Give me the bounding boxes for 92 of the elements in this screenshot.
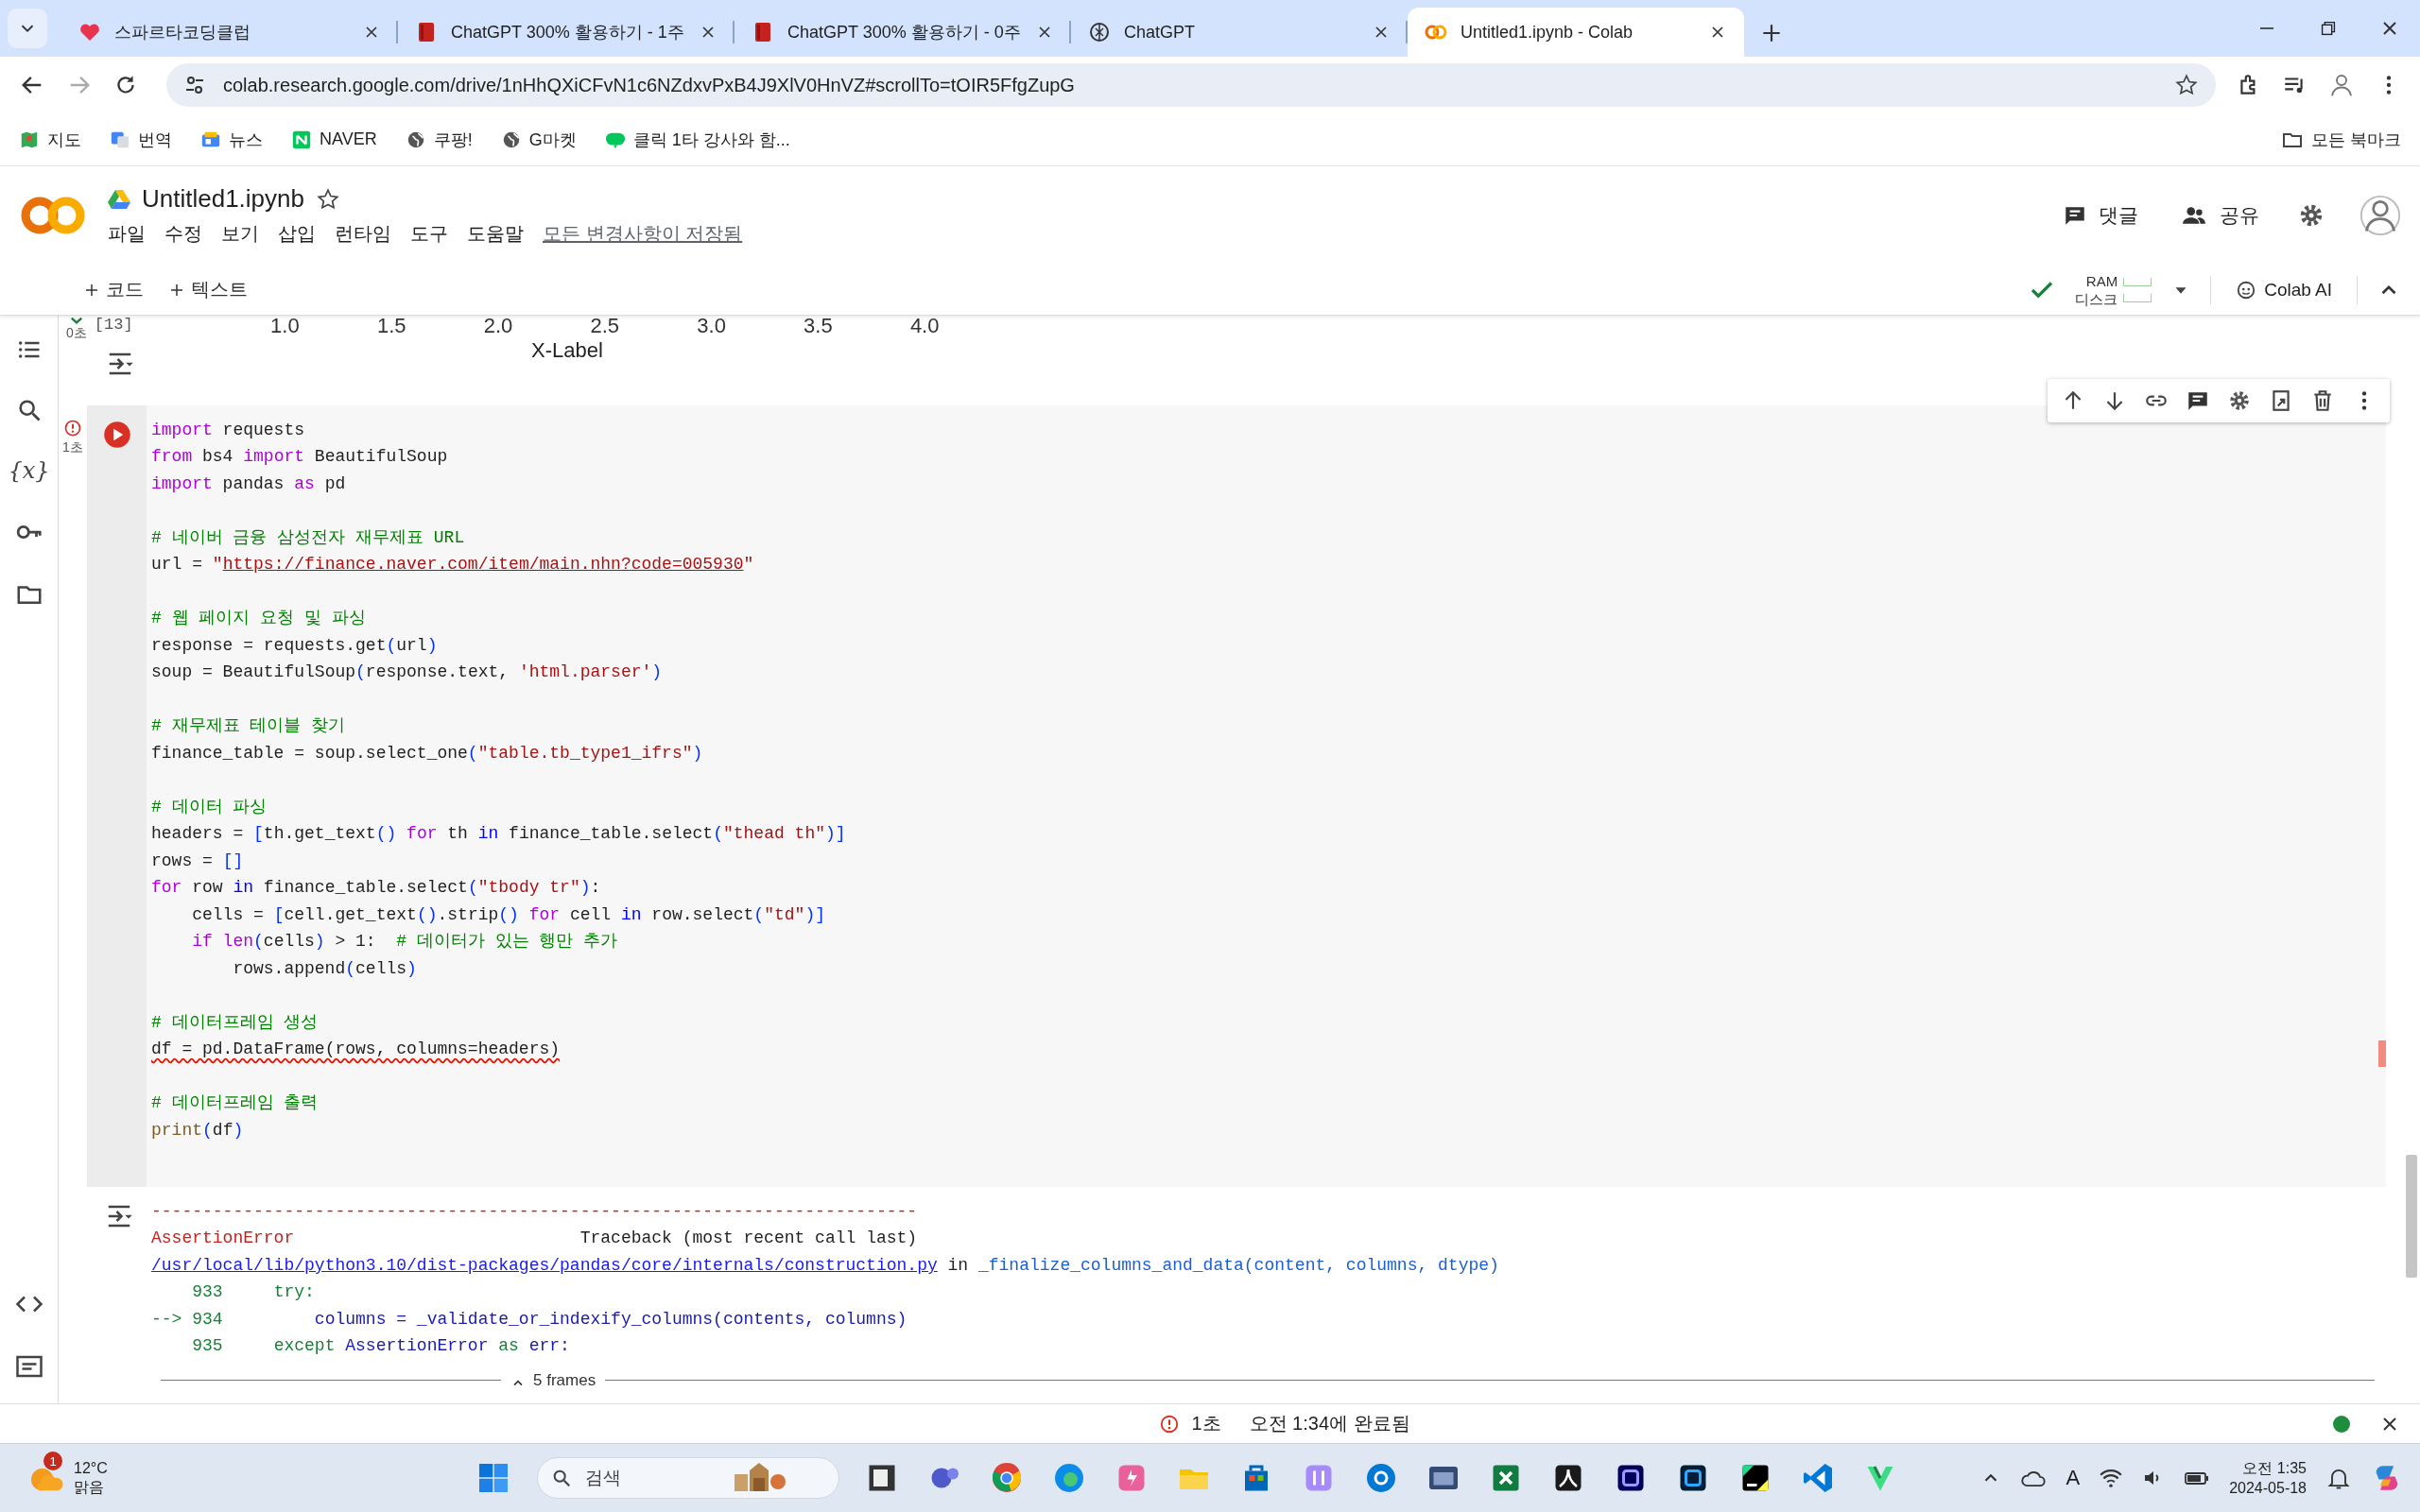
traceback-line: AssertionError Traceback (most recent call last) — [151, 1228, 918, 1250]
bookmark[interactable]: 쿠팡! — [405, 128, 473, 151]
comment-button[interactable]: 댓글 — [2059, 197, 2142, 235]
code-line: print(df) — [151, 1119, 244, 1142]
colab-ai-button[interactable]: Colab AI — [2230, 278, 2338, 301]
check-icon — [69, 315, 83, 325]
axis-tick-label: 1.0 — [269, 315, 301, 338]
menu-item[interactable]: 수정 — [164, 221, 202, 248]
axis-tick-label: 2.5 — [589, 315, 621, 338]
execution-time: 1초 — [62, 438, 83, 456]
all-bookmarks[interactable]: 모든 북마크 — [2281, 128, 2401, 151]
code-line: cells = [cell.get_text().strip() for cell in row.select("td")] — [192, 903, 825, 926]
frames-toggle[interactable]: 5 frames — [510, 1370, 596, 1390]
menu-item[interactable]: 보기 — [221, 221, 259, 248]
execution-time: 0초 — [66, 324, 87, 342]
code-line: headers = [th.get_text() for th in finance_table.select("thead th")] — [151, 823, 846, 846]
bookmark[interactable]: 지도 — [19, 128, 81, 151]
browser-tab[interactable]: ChatGPT 300% 활용하기 - 1주 — [398, 8, 735, 57]
drive-icon — [108, 188, 130, 210]
address-bar[interactable]: colab.research.google.com/drive/1nHhQXiCFvN1c6NZdxvPxB4J9XlV0HnVZ#scrollTo=tOIR5FfgZupG — [166, 63, 2216, 107]
menu-item[interactable]: 도움말 — [467, 221, 524, 248]
execution-count: [13] — [94, 315, 133, 334]
avatar-icon[interactable] — [2360, 195, 2401, 237]
code-line: import requests — [151, 419, 305, 441]
status-message: 오전 1:34에 완료됨 — [1249, 1412, 1410, 1436]
menu-item[interactable]: 파일 — [108, 221, 146, 248]
bookmark[interactable]: 뉴스 — [200, 128, 263, 151]
axis-tick-label: 2.0 — [482, 315, 514, 338]
tune-icon[interactable] — [183, 74, 206, 96]
code-line: # 웹 페이지 요청 및 파싱 — [151, 608, 366, 630]
notification-badge: 1 — [43, 1452, 62, 1470]
browser-tab[interactable]: ChatGPT — [1071, 8, 1408, 57]
code-line: # 재무제표 테이블 찾기 — [151, 715, 346, 738]
browser-tab[interactable]: 스파르타코딩클럽 — [61, 8, 398, 57]
code-line: # 네이버 금융 삼성전자 재무제표 URL — [151, 526, 465, 549]
code-line: # 데이터프레임 생성 — [151, 1011, 319, 1034]
axis-tick-label: 1.5 — [375, 315, 407, 338]
variables-button[interactable]: {x} — [8, 456, 50, 484]
square-icon — [291, 129, 312, 150]
weather-condition: 맑음 — [74, 1478, 105, 1497]
traceback-line: 935 except AssertionError as err: — [191, 1335, 570, 1358]
execution-time: 1초 — [1191, 1412, 1221, 1436]
menu-item[interactable]: 런타임 — [335, 221, 391, 248]
axis-tick-label: 3.5 — [803, 315, 834, 338]
code-line: df = pd.DataFrame(rows, columns=headers) — [151, 1039, 561, 1061]
code-line: from bs4 import BeautifulSoup — [151, 446, 448, 469]
code-line: response = requests.get(url) — [151, 634, 438, 657]
code-line: if len(cells) > 1: # 데이터가 있는 행만 추가 — [192, 931, 618, 954]
traceback-line: /usr/local/lib/python3.10/dist-packages/pandas/core/internals/construction.py in _finalize_columns_and_data(content, columns, dtype) — [151, 1254, 1499, 1277]
code-line: import pandas as pd — [151, 472, 346, 495]
code-line: soup = BeautifulSoup(response.text, 'html.parser') — [151, 662, 663, 684]
run-button[interactable] — [102, 420, 131, 449]
bookmark[interactable]: 클릭 1타 강사와 함... — [604, 128, 790, 151]
bookmark[interactable]: NAVER — [291, 129, 377, 150]
share-button[interactable]: 공유 — [2176, 197, 2263, 235]
axis-tick-label: 4.0 — [908, 315, 941, 338]
clock[interactable]: 오전 1:35 2024-05-18 — [2229, 1458, 2307, 1498]
save-status-link[interactable]: 모든 변경사항이 저장됨 — [543, 221, 743, 248]
axis-tick-label: 3.0 — [696, 315, 727, 338]
menu-item[interactable]: 도구 — [410, 221, 448, 248]
browser-tab[interactable]: ChatGPT 300% 활용하기 - 0주 — [735, 8, 1071, 57]
file-link[interactable]: /usr/local/lib/python3.10/dist-packages/pandas/core/internals/construction.py — [151, 1255, 938, 1275]
resources-button[interactable]: RAM 디스크 — [2075, 271, 2152, 308]
code-line: rows = [] — [151, 850, 244, 872]
star-icon[interactable] — [2174, 73, 2199, 97]
code-line: rows.append(cells) — [233, 957, 417, 980]
traceback-line: 933 try: — [191, 1281, 315, 1304]
traceback-line: --> 934 columns = _validate_or_indexify_columns(contents, columns) — [151, 1308, 908, 1331]
code-line: url = "https://finance.naver.com/item/main.nhn?code=005930" — [151, 554, 754, 576]
error-icon — [63, 418, 82, 438]
code-line: for row in finance_table.select("tbody tr"): — [151, 877, 601, 900]
connection-indicator — [2333, 1415, 2350, 1433]
error-icon — [1159, 1413, 1181, 1435]
star-icon[interactable] — [316, 186, 340, 212]
code-line: finance_table = soup.select_one("table.tb_type1_ifrs") — [151, 742, 703, 765]
axis-label: X-Label — [531, 337, 603, 363]
input-method-indicator[interactable]: A — [2066, 1466, 2081, 1490]
traceback-line: --------------------------------------------------------------------------- — [151, 1200, 918, 1223]
code-line: # 데이터 파싱 — [151, 796, 268, 818]
menu-item[interactable]: 삽입 — [278, 221, 316, 248]
bookmark[interactable]: G마켓 — [500, 128, 577, 151]
browser-tab[interactable]: Untitled1.ipynb - Colab — [1408, 8, 1744, 57]
code-line: # 데이터프레임 출력 — [151, 1092, 319, 1115]
url-link[interactable]: https://finance.naver.com/item/main.nhn?code=005930 — [222, 555, 744, 575]
bookmark[interactable]: 번역 — [110, 128, 172, 151]
notebook-title[interactable]: Untitled1.ipynb — [142, 184, 304, 215]
add-text-button[interactable]: 텍스트 — [161, 273, 255, 307]
scrollbar-thumb[interactable] — [2406, 1154, 2417, 1278]
add-code-button[interactable]: 코드 — [76, 273, 151, 307]
error-marker — [2378, 1040, 2386, 1067]
smiley-icon — [2236, 279, 2257, 301]
temperature: 12°C — [74, 1459, 108, 1478]
